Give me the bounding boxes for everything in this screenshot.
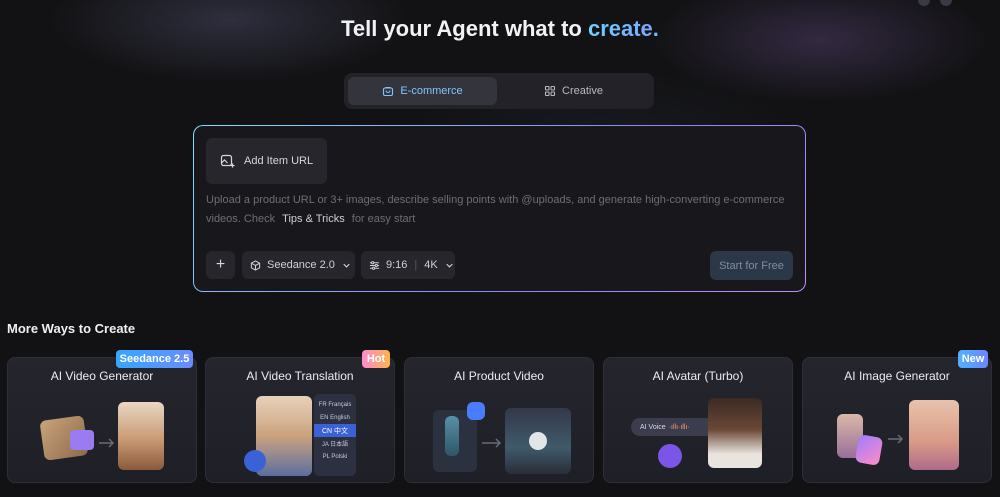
add-attachment-button[interactable]: + [206, 251, 235, 279]
title-prefix: Tell your Agent what to [341, 16, 588, 41]
plus-icon: + [215, 256, 226, 273]
arrow-right-icon [482, 438, 502, 448]
bottle-image [445, 416, 459, 456]
ratio-resolution-select[interactable]: 9:16 | 4K [361, 251, 455, 279]
top-right-icons [918, 0, 952, 6]
card-ai-product-video[interactable]: AI Product Video [404, 357, 594, 483]
avatar-thumbnail [708, 398, 762, 468]
model-select[interactable]: Seedance 2.0 [242, 251, 355, 279]
waveform-icon: ·ıllı·ıllı· [668, 423, 690, 431]
card-title: AI Product Video [454, 369, 544, 383]
top-icon[interactable] [918, 0, 930, 6]
add-item-url-label: Add Item URL [244, 155, 314, 167]
card-title: AI Image Generator [844, 369, 950, 383]
card-title: AI Video Translation [246, 369, 354, 383]
play-icon [529, 432, 547, 450]
new-badge: New [958, 350, 988, 368]
separator: | [414, 259, 418, 271]
link-icon [467, 402, 485, 420]
start-button[interactable]: Start for Free [710, 251, 793, 280]
language-list: FR Français EN English CN 中文 JA 日本語 PL P… [314, 394, 356, 476]
card-ai-avatar-turbo[interactable]: AI Avatar (Turbo) AI Voice ·ıllı·ıllı· [603, 357, 793, 483]
chevron-down-icon [446, 263, 453, 268]
tab-e-commerce[interactable]: E-commerce [348, 77, 497, 105]
prompt-input[interactable]: Upload a product URL or 3+ images, descr… [206, 191, 796, 229]
section-title: More Ways to Create [7, 321, 136, 336]
text-to-speech-icon [658, 444, 682, 468]
tab-label: Creative [562, 85, 603, 97]
language-item-selected: CN 中文 [314, 424, 356, 437]
arrow-right-icon [99, 438, 115, 448]
arrow-right-icon [888, 434, 904, 444]
top-icon[interactable] [940, 0, 952, 6]
sliders-icon [369, 260, 380, 270]
page-title: Tell your Agent what to create. [0, 16, 1000, 42]
card-ai-video-translation[interactable]: AI Video Translation FR Français EN Engl… [205, 357, 395, 483]
bag-icon [383, 86, 394, 97]
card-title: AI Avatar (Turbo) [652, 369, 744, 383]
card-title: AI Video Generator [50, 369, 154, 383]
cube-icon [250, 259, 261, 271]
prompt-box: Add Item URL Upload a product URL or 3+ … [193, 125, 806, 292]
language-item: PL Polski [322, 453, 348, 460]
title-accent: create [587, 16, 653, 41]
language-item: JA 日本語 [321, 442, 349, 448]
avatar-video-thumbnail [118, 402, 164, 470]
image-add-icon [220, 154, 235, 168]
card-ai-video-generator[interactable]: AI Video Generator [7, 357, 197, 483]
text-icon [70, 430, 94, 450]
ratio-label: 9:16 [386, 259, 408, 271]
language-item: FR Français [318, 401, 352, 408]
add-item-url-button[interactable]: Add Item URL [206, 138, 327, 184]
chevron-down-icon [343, 263, 350, 268]
card-ai-image-generator[interactable]: AI Image Generator [802, 357, 992, 483]
tab-label: E-commerce [400, 85, 463, 97]
mode-tabs: E-commerce Creative [344, 73, 654, 109]
ai-voice-label: AI Voice [640, 423, 666, 431]
generated-image [909, 400, 959, 470]
prompt-inner: Add Item URL Upload a product URL or 3+ … [194, 126, 805, 291]
title-suffix: . [652, 16, 659, 41]
language-item: EN English [320, 414, 350, 421]
resolution-label: 4K [424, 259, 438, 271]
prompt-placeholder-end: for easy start [348, 213, 416, 225]
hot-badge: Hot [362, 350, 390, 368]
seedance-badge: Seedance 2.5 [116, 350, 193, 368]
edit-icon [854, 434, 884, 466]
model-label: Seedance 2.0 [267, 259, 335, 271]
translate-icon [244, 450, 266, 472]
grid-icon [544, 85, 556, 97]
feature-cards: AI Video Generator AI Video Translation … [7, 357, 1000, 497]
tips-tricks-link[interactable]: Tips & Tricks [282, 213, 345, 225]
tab-creative[interactable]: Creative [497, 77, 650, 105]
